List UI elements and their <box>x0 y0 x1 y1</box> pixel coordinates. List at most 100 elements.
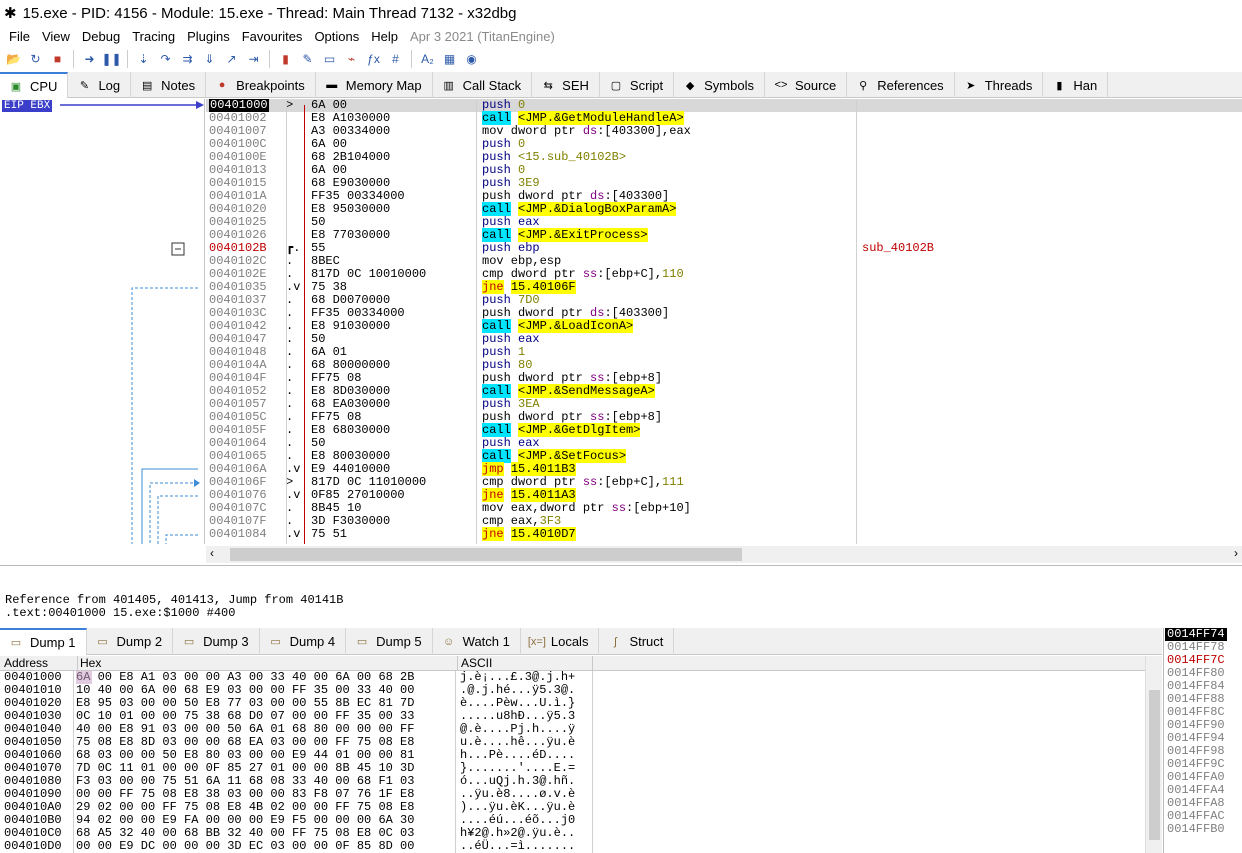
menu-item-plugins[interactable]: Plugins <box>181 29 236 44</box>
disasm-row[interactable]: 00401047. 50 push eax <box>206 333 1242 346</box>
scroll-left-icon[interactable]: ‹ <box>210 546 214 560</box>
disasm-row[interactable]: 0040107F. 3D F3030000 cmp eax,3F3 <box>206 515 1242 528</box>
label-icon[interactable]: ▭ <box>320 50 339 69</box>
menu-item-debug[interactable]: Debug <box>76 29 126 44</box>
open-icon[interactable]: 📂 <box>4 50 23 69</box>
restart-icon[interactable]: ↻ <box>26 50 45 69</box>
tab-call-stack[interactable]: ▥ Call Stack <box>433 72 533 98</box>
menu-item-options[interactable]: Options <box>308 29 365 44</box>
script-icon[interactable]: ▮ <box>276 50 295 69</box>
breakpoint-icon: ● <box>218 79 226 91</box>
ascii-column-header[interactable]: ASCII <box>457 656 492 671</box>
dump-address: 004010D0 <box>4 839 62 853</box>
dump-vertical-scrollbar[interactable] <box>1145 656 1162 853</box>
tab-memory-map[interactable]: ▬ Memory Map <box>316 72 433 98</box>
tab-label: Watch 1 <box>462 634 510 649</box>
tab-notes[interactable]: ▤ Notes <box>131 72 207 98</box>
trace-over-icon[interactable]: ⇓ <box>200 50 219 69</box>
tab-symbols[interactable]: ◆ Symbols <box>674 72 765 98</box>
disasm-row[interactable]: 0040100E 68 2B104000 push <15.sub_40102B> <box>206 151 1242 164</box>
horizontal-scrollbar[interactable]: ‹ › <box>206 546 1242 563</box>
menu-item-tracing[interactable]: Tracing <box>126 29 181 44</box>
column-divider <box>856 99 857 544</box>
dump-icon: ▭ <box>97 636 108 648</box>
dump-icon: ▭ <box>10 637 22 649</box>
disasm-row[interactable]: 00401084 .v 75 51 jne 15.4010D7 <box>206 527 1242 541</box>
scrollbar-thumb[interactable] <box>230 548 742 561</box>
hex-column-header[interactable]: Hex <box>77 656 101 671</box>
callstack-icon: ▥ <box>443 79 454 92</box>
hex-dump-view[interactable]: 00401000 6A 00 E8 A1 03 00 00 A3 00 33 40… <box>0 671 1145 853</box>
tab-label: Han <box>1073 77 1098 93</box>
font-icon[interactable]: A₂ <box>418 50 437 69</box>
scrollbar-thumb[interactable] <box>1149 690 1160 840</box>
tab-seh[interactable]: ⇆ SEH <box>532 72 600 98</box>
disasm-row[interactable]: 00401057. 68 EA030000 push 3EA <box>206 398 1242 411</box>
column-divider <box>592 671 593 853</box>
seh-icon: ⇆ <box>543 79 553 92</box>
menu-item-help[interactable]: Help <box>365 29 404 44</box>
step-into-icon[interactable]: ⇣ <box>134 50 153 69</box>
trace-into-icon[interactable]: ⇉ <box>178 50 197 69</box>
tab-label: Call Stack <box>462 77 522 93</box>
tab-dump-5[interactable]: ▭ Dump 5 <box>346 628 433 655</box>
window-title: 15.exe - PID: 4156 - Module: 15.exe - Th… <box>22 4 517 22</box>
tab-references[interactable]: ⚲ References <box>847 72 955 98</box>
tab-breakpoints[interactable]: ● Breakpoints <box>206 72 316 98</box>
tab-struct[interactable]: ʃ Struct <box>599 628 675 655</box>
tab-label: Memory Map <box>345 77 422 93</box>
tab-label: CPU <box>30 78 58 94</box>
tab-log[interactable]: ✎ Log <box>68 72 132 98</box>
disassembly-view[interactable]: 00401000 >6A 00 push 0 00401002 E8 A1030000 c… <box>206 99 1242 544</box>
disasm-row[interactable]: 00401007 A3 00334000 mov dword ptr ds:[403… <box>206 125 1242 138</box>
branch-arrow-column: EIP EBX <box>0 99 205 544</box>
bookmark-icon[interactable]: ⌁ <box>342 50 361 69</box>
main-tabs: ▣ CPU ✎ Log ▤ Notes ● Breakpoints ▬ Memory Map ▥ Ca… <box>0 72 1242 98</box>
stack-address[interactable]: 0014FFB0 <box>1167 823 1225 836</box>
selected-byte-highlight <box>76 671 92 684</box>
tab-locals[interactable]: [x=] Locals <box>521 628 600 655</box>
tab-cpu[interactable]: ▣ CPU <box>0 72 69 98</box>
tab-label: Dump 2 <box>116 634 163 649</box>
disasm-row[interactable]: 00401042. E8 91030000 call <JMP.&LoadIconA… <box>206 319 1242 333</box>
run-icon[interactable]: ➜ <box>80 50 99 69</box>
disasm-row[interactable]: 00401026 E8 77030000 call <JMP.&ExitProces… <box>206 228 1242 242</box>
disasm-row[interactable]: 0040102E. 817D 0C 10010000 cmp dword ptr s… <box>206 268 1242 281</box>
tab-threads[interactable]: ➤ Threads <box>955 72 1044 98</box>
step-over-icon[interactable]: ↷ <box>156 50 175 69</box>
tab-watch-1[interactable]: ☺ Watch 1 <box>433 628 521 655</box>
tab-source[interactable]: <> Source <box>765 72 848 98</box>
function-icon[interactable]: ƒx <box>364 50 383 69</box>
handles-icon: ▮ <box>1056 79 1063 92</box>
stop-icon[interactable]: ■ <box>48 50 67 69</box>
run-to-user-code-icon[interactable]: ⇥ <box>244 50 263 69</box>
menu-item-file[interactable]: File <box>3 29 36 44</box>
cpu-icon: ▣ <box>10 80 22 93</box>
tab-dump-1[interactable]: ▭ Dump 1 <box>0 628 87 655</box>
execute-till-return-icon[interactable]: ↗ <box>222 50 241 69</box>
dump-icon: ▭ <box>270 636 281 648</box>
tab-han[interactable]: ▮ Han <box>1043 72 1109 98</box>
info-box: Reference from 401405, 401413, Jump from… <box>0 567 1242 625</box>
disasm-row[interactable]: 00401076 .v 0F85 27010000 jne 15.4011A3 <box>206 488 1242 502</box>
stack-view[interactable]: 0014FF74 0014FF78 0014FF7C 0014FF80 0014FF84… <box>1163 628 1242 853</box>
menu-item-favourites[interactable]: Favourites <box>236 29 309 44</box>
tab-script[interactable]: ▢ Script <box>600 72 675 98</box>
pause-icon[interactable]: ❚❚ <box>101 50 121 69</box>
tab-dump-4[interactable]: ▭ Dump 4 <box>260 628 347 655</box>
hash-icon[interactable]: # <box>386 50 405 69</box>
disasm-row[interactable]: 0040102B ┏. 55 push ebp sub_40102B <box>206 242 1242 255</box>
disasm-row[interactable]: 0040104A. 68 80000000 push 80 <box>206 359 1242 372</box>
locals-icon: [x=] <box>527 635 546 648</box>
tab-dump-3[interactable]: ▭ Dump 3 <box>173 628 260 655</box>
tab-dump-2[interactable]: ▭ Dump 2 <box>87 628 174 655</box>
scroll-right-icon[interactable]: › <box>1234 546 1238 560</box>
tab-label: Symbols <box>704 77 754 93</box>
address-column-header[interactable]: Address <box>4 656 48 671</box>
globe-icon[interactable]: ◉ <box>462 50 481 69</box>
calculator-icon[interactable]: ▦ <box>440 50 459 69</box>
disasm-row[interactable]: 00401020 E8 95030000 call <JMP.&DialogBoxP… <box>206 202 1242 216</box>
comment-icon[interactable]: ✎ <box>298 50 317 69</box>
menu-item-view[interactable]: View <box>36 29 76 44</box>
disasm-row[interactable]: 0040105F. E8 68030000 call <JMP.&GetDlgIte… <box>206 423 1242 437</box>
